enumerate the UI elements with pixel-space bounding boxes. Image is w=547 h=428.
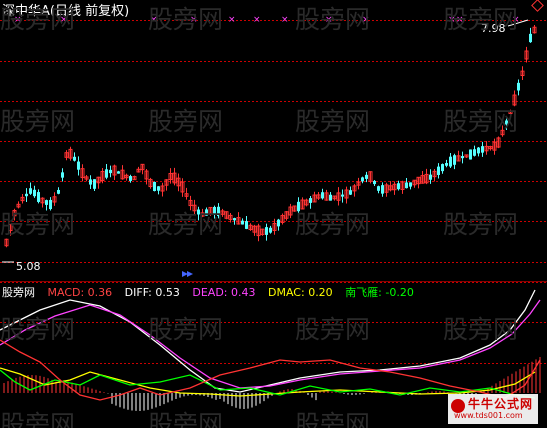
candle-body [77, 161, 80, 170]
candle-body [529, 33, 532, 43]
watermark: 股旁网 [148, 107, 224, 136]
watermark: 股旁网 [295, 5, 371, 34]
marker-triangle [187, 271, 193, 277]
candle-body [157, 186, 160, 191]
top-marker: × [253, 15, 261, 25]
chart-window: { "title": "深中华A(日线 前复权)", "price_labels… [0, 0, 547, 428]
candle-body [373, 180, 376, 185]
candle-body [245, 221, 248, 229]
candle-body [37, 192, 40, 202]
site-logo: 牛牛公式网 www.tds001.com [448, 394, 538, 424]
candle-body [329, 194, 332, 201]
candle-body [321, 192, 324, 199]
candle-body [33, 189, 36, 197]
watermark: 股旁网 [148, 315, 224, 344]
candle-body [445, 163, 448, 166]
watermark: 股旁网 [148, 5, 224, 34]
candle-body [397, 183, 400, 190]
candle-body [93, 179, 96, 189]
watermark: 股旁网 [0, 107, 76, 136]
candle-body [61, 172, 64, 178]
candle-body [109, 169, 112, 174]
dmac-value: DMAC: 0.20 [268, 286, 333, 299]
watermark: 股旁网 [443, 107, 519, 136]
candle-body [117, 171, 120, 174]
macd-value: MACD: 0.36 [47, 286, 113, 299]
candle-body [309, 198, 312, 203]
watermark: 股旁网 [295, 410, 371, 428]
candle-body [129, 176, 132, 181]
watermark: 股旁网 [0, 410, 76, 428]
indicator-header: 股旁网 MACD: 0.36 DIFF: 0.53 DEAD: 0.43 DMA… [2, 284, 423, 300]
candle-body [57, 189, 60, 194]
candle-body [441, 164, 444, 172]
candle-body [73, 156, 76, 161]
candle-body [517, 82, 520, 91]
candle-body [437, 166, 440, 175]
candle-body [265, 227, 268, 235]
candle-body [277, 219, 280, 227]
candle-body [469, 149, 472, 160]
candle-body [29, 188, 32, 194]
watermark: 股旁网 [295, 210, 371, 239]
watermark: 股旁网 [295, 107, 371, 136]
candle-body [25, 193, 28, 197]
candle-body [105, 169, 108, 178]
candle-body [361, 177, 364, 182]
logo-text: 牛牛公式网 [468, 397, 534, 411]
candle-body [477, 147, 480, 154]
candle-body [481, 146, 484, 153]
watermark: 股旁网 [443, 5, 519, 34]
top-marker: × [228, 15, 236, 25]
watermark: 股旁网 [443, 210, 519, 239]
candle-body [89, 179, 92, 185]
candle-body [405, 182, 408, 189]
dead-value: DEAD: 0.43 [192, 286, 256, 299]
watermark: 股旁网 [0, 210, 76, 239]
candle-body [449, 156, 452, 167]
candle-body [365, 174, 368, 179]
candle-body [233, 218, 236, 221]
candle-body [453, 155, 456, 165]
candle-body [341, 194, 344, 197]
indicator-name[interactable]: 股旁网 [2, 286, 35, 299]
nfy-value: 南飞雁: -0.20 [345, 286, 414, 299]
watermark: 股旁网 [0, 315, 76, 344]
candle-body [349, 190, 352, 195]
watermark: 股旁网 [0, 5, 76, 34]
macd-line [0, 339, 541, 401]
candle-body [377, 186, 380, 191]
candle-body [269, 227, 272, 233]
top-marker: × [281, 15, 289, 25]
candle-body [381, 185, 384, 194]
watermark: 股旁网 [443, 315, 519, 344]
diff-value: DIFF: 0.53 [124, 286, 180, 299]
candle-body [429, 174, 432, 180]
candle-body [153, 181, 156, 192]
logo-url: www.tds001.com [454, 411, 523, 420]
watermark: 股旁网 [295, 315, 371, 344]
watermark: 股旁网 [148, 410, 224, 428]
candle-body [241, 220, 244, 225]
low-price-label: 5.08 [16, 260, 41, 273]
candle-body [461, 156, 464, 159]
candle-body [409, 182, 412, 187]
candle-body [473, 149, 476, 156]
watermark: 股旁网 [148, 210, 224, 239]
